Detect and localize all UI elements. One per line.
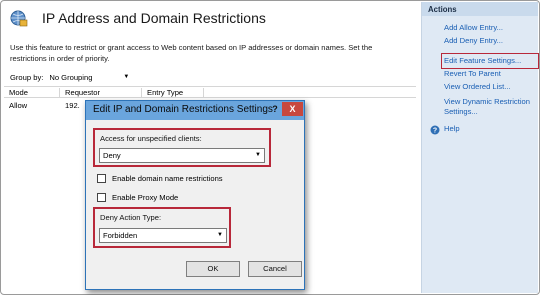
dialog-close-button[interactable]: X	[282, 102, 303, 116]
enable-domain-label: Enable domain name restrictions	[112, 174, 223, 183]
deny-action-select[interactable]: Forbidden ▼	[99, 228, 227, 243]
dialog-help-button[interactable]: ?	[268, 102, 282, 116]
dropdown-arrow-icon: ▼	[123, 74, 130, 80]
group-by-select[interactable]: No Grouping ▼	[49, 73, 129, 82]
access-label: Access for unspecified clients:	[100, 134, 202, 143]
feature-description: Use this feature to restrict or grant ac…	[10, 43, 373, 63]
access-value: Deny	[103, 151, 121, 160]
action-view-dynamic-restriction-settings[interactable]: View Dynamic Restriction Settings...	[444, 97, 536, 117]
dialog-title: Edit IP and Domain Restrictions Settings	[93, 104, 273, 115]
globe-lock-icon	[10, 10, 28, 27]
group-by-label: Group by:	[10, 72, 44, 82]
ok-button[interactable]: OK	[186, 261, 240, 277]
cell-mode: Allow	[9, 101, 28, 110]
actions-header: Actions	[422, 2, 538, 16]
action-view-ordered-list[interactable]: View Ordered List...	[444, 82, 536, 92]
group-by-row: Group by: No Grouping ▼	[10, 71, 129, 83]
enable-domain-checkbox[interactable]	[97, 174, 106, 183]
action-help[interactable]: Help	[444, 124, 536, 134]
action-revert-to-parent[interactable]: Revert To Parent	[444, 69, 536, 79]
access-select[interactable]: Deny ▼	[99, 148, 265, 163]
chevron-down-icon: ▼	[255, 152, 261, 158]
edit-restrictions-dialog: Edit IP and Domain Restrictions Settings…	[85, 100, 305, 290]
actions-panel: Actions Add Allow Entry... Add Deny Entr…	[421, 2, 539, 293]
enable-proxy-label: Enable Proxy Mode	[112, 193, 179, 202]
action-add-allow-entry[interactable]: Add Allow Entry...	[444, 23, 536, 33]
column-header-requestor[interactable]: Requestor	[60, 88, 142, 98]
dialog-titlebar[interactable]: Edit IP and Domain Restrictions Settings…	[86, 101, 304, 120]
action-edit-feature-settings[interactable]: Edit Feature Settings...	[441, 53, 539, 69]
column-header-entry-type[interactable]: Entry Type	[142, 88, 204, 98]
enable-proxy-checkbox[interactable]	[97, 193, 106, 202]
cancel-button[interactable]: Cancel	[248, 261, 302, 277]
cell-requestor: 192.	[65, 101, 80, 110]
deny-action-label: Deny Action Type:	[100, 213, 162, 222]
page-title: IP Address and Domain Restrictions	[42, 10, 266, 26]
proxy-mode-row[interactable]: Enable Proxy Mode	[97, 193, 178, 202]
action-add-deny-entry[interactable]: Add Deny Entry...	[444, 36, 536, 46]
deny-action-value: Forbidden	[103, 231, 138, 240]
group-by-value: No Grouping	[49, 72, 93, 82]
svg-text:?: ?	[433, 128, 437, 135]
grid-header: Mode Requestor Entry Type	[4, 86, 416, 98]
domain-restriction-row[interactable]: Enable domain name restrictions	[97, 174, 223, 183]
help-icon: ?	[430, 125, 440, 135]
access-highlight-box: Access for unspecified clients: Deny ▼	[93, 128, 271, 167]
column-header-mode[interactable]: Mode	[4, 88, 60, 98]
deny-action-highlight-box: Deny Action Type: Forbidden ▼	[93, 207, 231, 248]
chevron-down-icon: ▼	[217, 232, 223, 238]
